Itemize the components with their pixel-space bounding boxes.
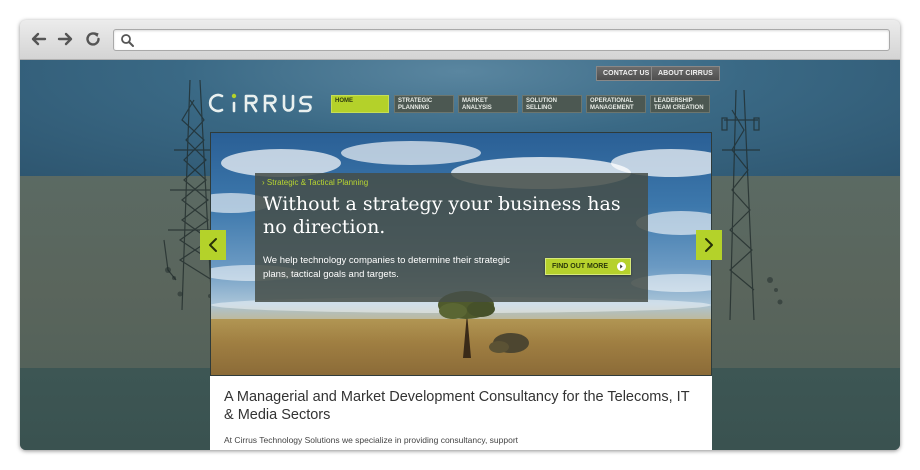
hero-tag[interactable]: › Strategic & Tactical Planning <box>262 178 368 187</box>
url-input[interactable] <box>140 32 880 48</box>
right-tower-graphic <box>721 90 783 320</box>
arrow-circle-icon <box>617 262 626 271</box>
hero-body: We help technology companies to determin… <box>263 255 510 280</box>
find-out-more-label: FIND OUT MORE <box>552 263 608 270</box>
reload-icon <box>86 32 100 46</box>
intro-content: A Managerial and Market Development Cons… <box>210 376 712 450</box>
menu-strategic-planning[interactable]: STRATEGIC PLANNING <box>394 95 454 113</box>
arrow-left-icon <box>31 32 47 46</box>
reload-button[interactable] <box>83 29 103 49</box>
back-button[interactable] <box>29 29 49 49</box>
menu-operational-management[interactable]: OPERATIONAL MANAGEMENT <box>586 95 646 113</box>
address-bar[interactable] <box>113 29 890 51</box>
hero-headline: Without a strategy your business has no … <box>263 193 621 238</box>
menu-solution-selling[interactable]: SOLUTION SELLING <box>522 95 582 113</box>
forward-button[interactable] <box>55 29 75 49</box>
browser-toolbar <box>20 20 900 60</box>
hero-slider: › Strategic & Tactical Planning Without … <box>210 132 712 376</box>
slider-next-button[interactable] <box>696 230 722 260</box>
menu-market-analysis[interactable]: MARKET ANALYSIS <box>458 95 518 113</box>
chevron-right-icon: › <box>262 178 265 187</box>
about-cirrus-button[interactable]: ABOUT CIRRUS <box>651 66 720 81</box>
web-page: CONTACT US ABOUT CIRRUS HOME STRATEGIC P… <box>20 60 900 450</box>
intro-paragraph: At Cirrus Technology Solutions we specia… <box>224 435 519 445</box>
chevron-left-icon <box>209 238 217 252</box>
find-out-more-button[interactable]: FIND OUT MORE <box>545 258 631 275</box>
browser-window: CONTACT US ABOUT CIRRUS HOME STRATEGIC P… <box>20 20 900 450</box>
intro-heading: A Managerial and Market Development Cons… <box>224 389 690 423</box>
menu-leadership-team-creation[interactable]: LEADERSHIP TEAM CREATION <box>650 95 710 113</box>
chevron-right-icon <box>705 238 713 252</box>
hero-tag-label: Strategic & Tactical Planning <box>266 178 369 187</box>
slider-prev-button[interactable] <box>200 230 226 260</box>
contact-us-button[interactable]: CONTACT US <box>596 66 657 81</box>
search-icon <box>121 34 134 47</box>
cirrus-logo[interactable] <box>208 90 320 116</box>
menu-home[interactable]: HOME <box>331 95 389 113</box>
arrow-right-icon <box>57 32 73 46</box>
hero-caption: › Strategic & Tactical Planning Without … <box>255 173 648 302</box>
